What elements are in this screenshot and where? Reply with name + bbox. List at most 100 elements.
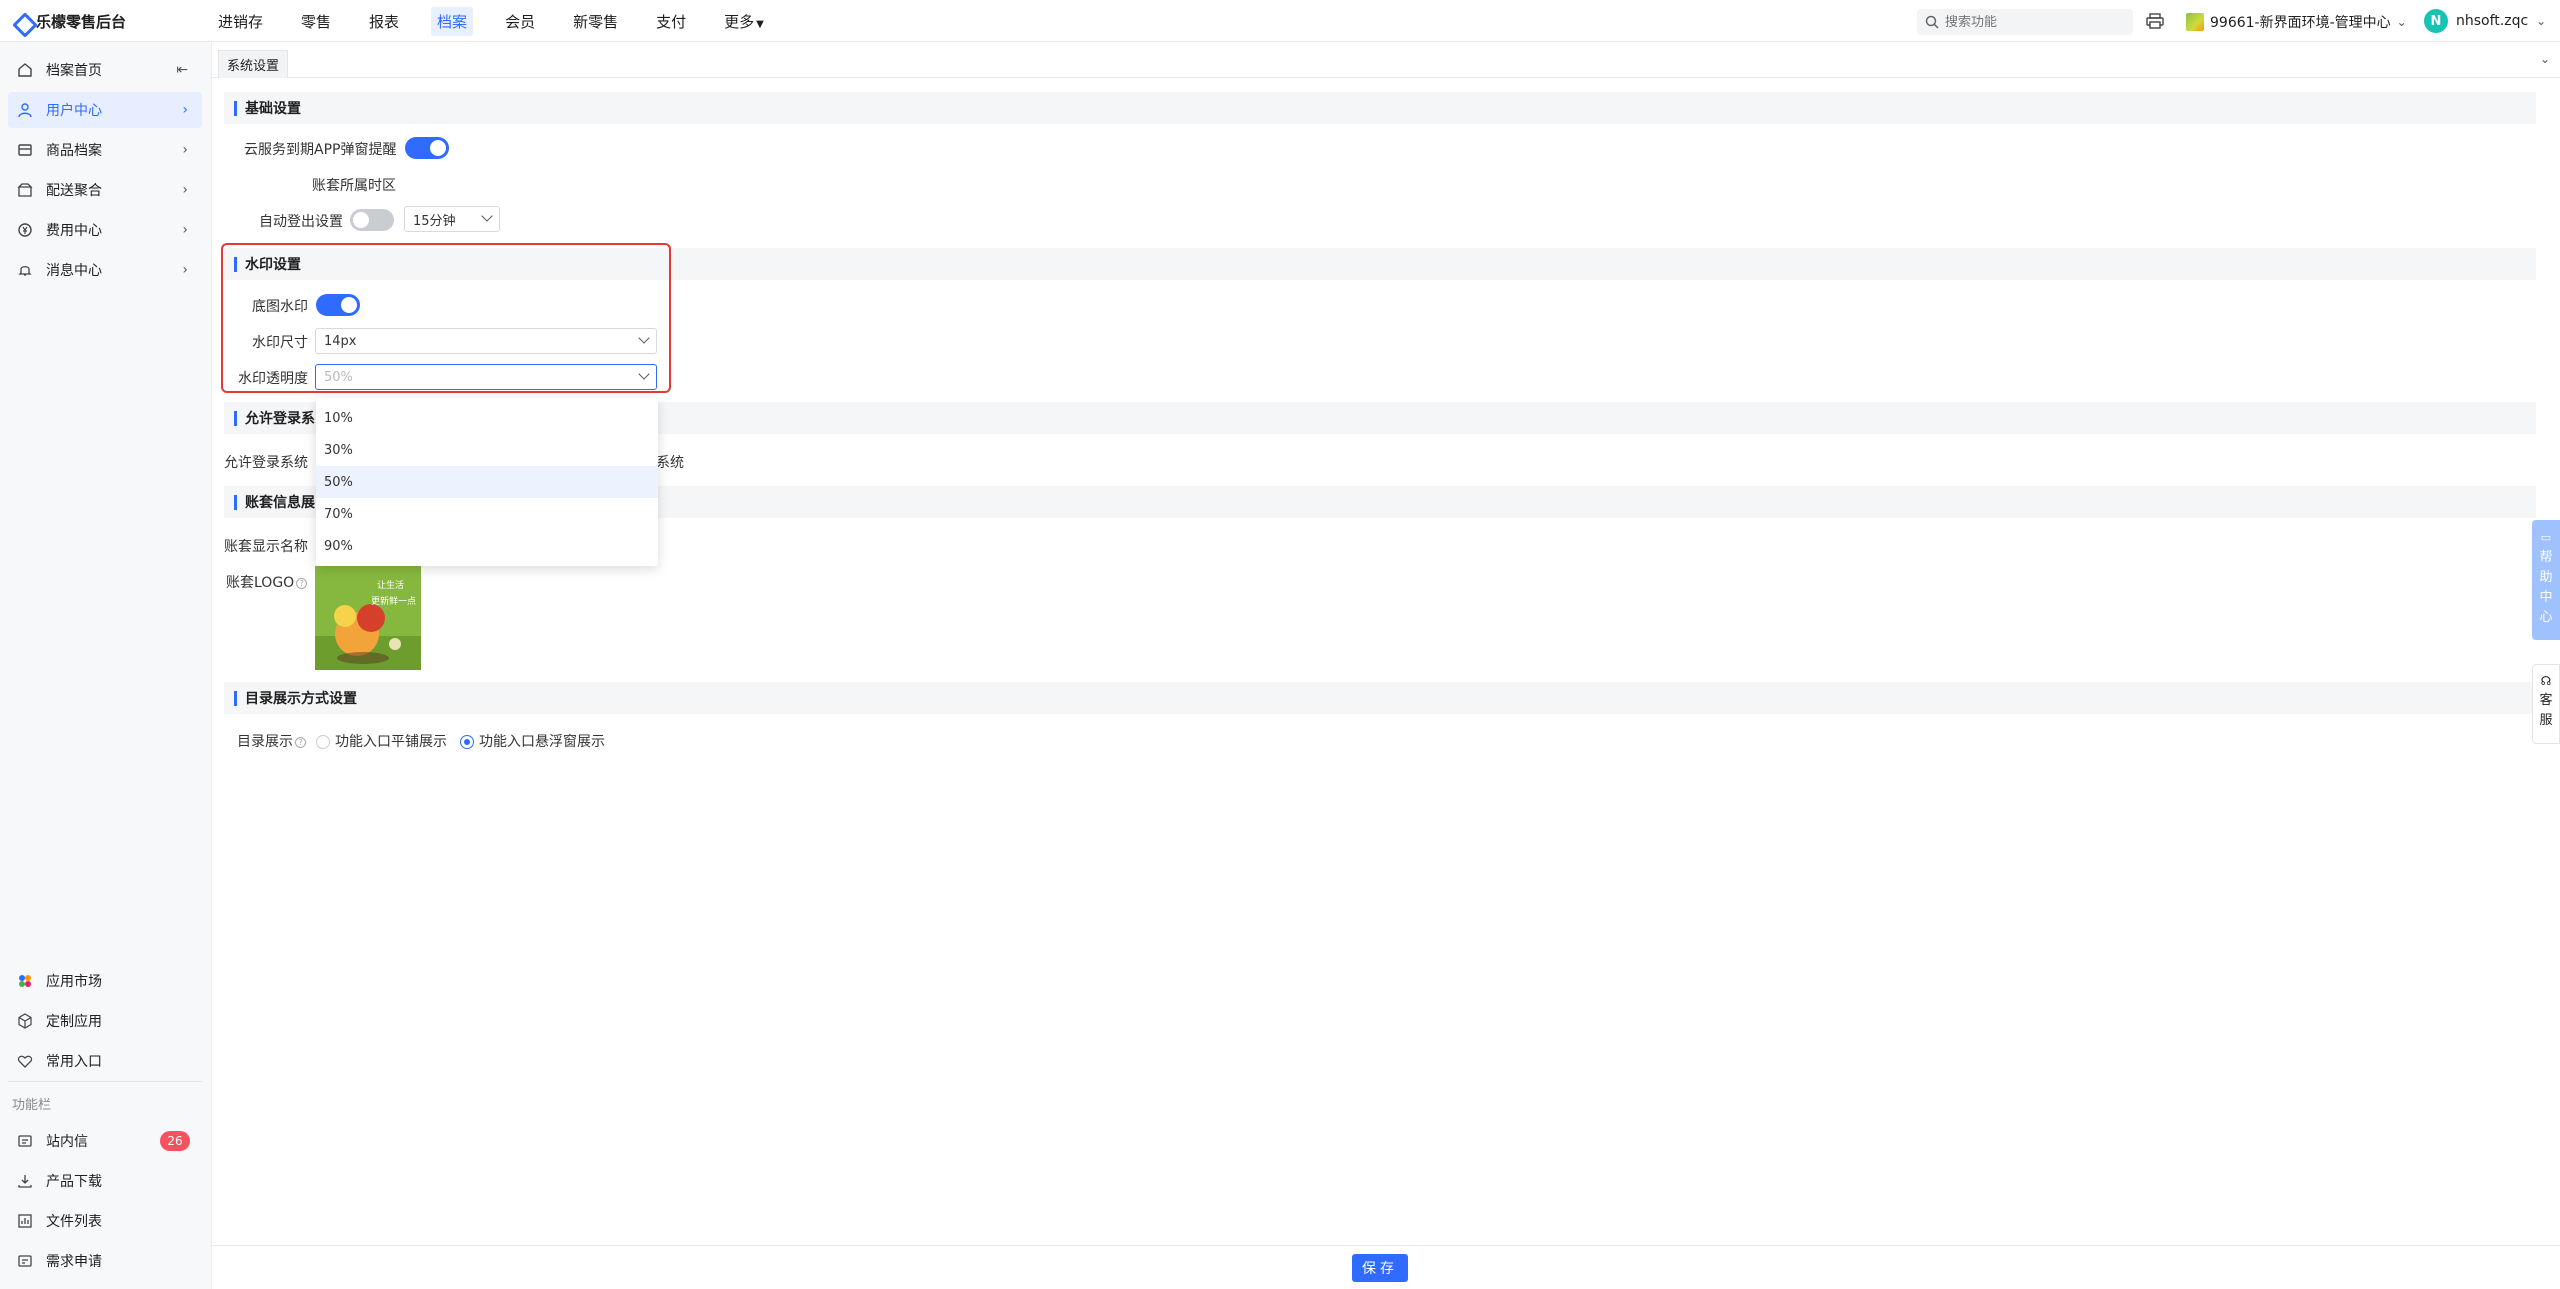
unread-count-badge: 26 [160, 1131, 190, 1151]
section-basic-settings: 基础设置 [224, 92, 2536, 124]
save-button[interactable]: 保存 [1352, 1254, 1408, 1282]
help-center-button[interactable]: ▭ 帮 助 中 心 [2532, 520, 2560, 640]
directory-option-float-label: 功能入口悬浮窗展示 [479, 734, 605, 750]
auto-logout-select[interactable]: 15分钟 [404, 206, 500, 232]
home-icon [16, 61, 34, 79]
account-name-label: 账套显示名称 [224, 539, 308, 555]
printer-icon[interactable] [2146, 13, 2164, 29]
watermark-opacity-select[interactable]: 50% [315, 364, 657, 390]
sidebar-divider [8, 1081, 202, 1082]
chevron-down-icon: ⌄ [2396, 15, 2407, 29]
opacity-option-30[interactable]: 30% [316, 434, 658, 466]
request-icon [16, 1252, 34, 1270]
app-title: 乐檬零售后台 [36, 13, 127, 31]
info-icon[interactable]: ? [295, 736, 306, 748]
sidebar-item-label: 应用市场 [46, 974, 102, 990]
watermark-size-value: 14px [324, 333, 357, 349]
nav-retail[interactable]: 零售 [295, 7, 337, 36]
account-logo-image[interactable]: 让生活 更新鲜一点 [315, 566, 421, 670]
cs-char: 客 [2539, 693, 2553, 708]
section-label: 功能栏 [12, 1098, 52, 1113]
chevron-down-icon[interactable]: ⌄ [2540, 52, 2550, 66]
sidebar-item-delivery[interactable]: 配送聚合 › [8, 172, 202, 208]
directory-option-tile[interactable]: 功能入口平铺展示 [316, 731, 447, 751]
cloud-reminder-toggle[interactable] [405, 137, 449, 159]
sidebar-item-archive-home[interactable]: 档案首页 ⇤ [8, 52, 202, 88]
top-nav: 进销存 零售 报表 档案 会员 新零售 支付 更多 ▼ [212, 0, 796, 42]
nav-payment[interactable]: 支付 [650, 7, 692, 36]
chevron-right-icon: › [182, 262, 188, 278]
login-row-label: 允许登录系统 [224, 455, 308, 471]
sidebar-item-expense[interactable]: 费用中心 › [8, 212, 202, 248]
sidebar-item-user-center[interactable]: 用户中心 › [8, 92, 202, 128]
sidebar-item-label: 配送聚合 [46, 183, 102, 199]
collapse-sidebar-icon[interactable]: ⇤ [176, 62, 188, 78]
opacity-option-70[interactable]: 70% [316, 498, 658, 530]
store-name: 99661-新界面环境-管理中心 [2210, 15, 2391, 31]
nav-more[interactable]: 更多 ▼ [718, 7, 770, 36]
nav-members[interactable]: 会员 [499, 7, 541, 36]
sidebar-item-messages[interactable]: 消息中心 › [8, 252, 202, 288]
watermark-size-label: 水印尺寸 [252, 335, 308, 351]
top-bar: 乐檬零售后台 进销存 零售 报表 档案 会员 新零售 支付 更多▼ 99661-… [0, 0, 2560, 42]
tab-bar: 系统设置 ⌄ [212, 42, 2560, 78]
cloud-reminder-label: 云服务到期APP弹窗提醒 [244, 142, 397, 158]
sidebar-item-label: 费用中心 [46, 223, 102, 239]
search-box[interactable] [1917, 9, 2133, 35]
watermark-size-select[interactable]: 14px [315, 328, 657, 354]
sidebar-item-favorites[interactable]: 常用入口 [8, 1043, 202, 1079]
sidebar-item-label: 常用入口 [46, 1054, 102, 1070]
nav-reports[interactable]: 报表 [363, 7, 405, 36]
download-icon [16, 1172, 34, 1190]
chevron-down-icon [638, 368, 650, 380]
nav-archive[interactable]: 档案 [431, 6, 474, 36]
sidebar-item-label: 产品下载 [46, 1174, 102, 1190]
avatar: N [2424, 9, 2448, 33]
radio-float[interactable] [460, 735, 474, 749]
sidebar-item-label: 文件列表 [46, 1214, 102, 1230]
opacity-option-90[interactable]: 90% [316, 530, 658, 562]
sidebar-item-label: 商品档案 [46, 143, 102, 159]
bell-icon [16, 261, 34, 279]
help-char: 中 [2539, 590, 2553, 605]
customer-service-button[interactable]: ☊ 客 服 [2532, 664, 2560, 744]
user-menu[interactable]: N nhsoft.zqc ⌄ [2424, 9, 2546, 33]
opacity-option-50[interactable]: 50% [316, 466, 658, 498]
mail-icon [16, 1132, 34, 1150]
nav-inventory[interactable]: 进销存 [212, 7, 269, 36]
sidebar-item-label: 定制应用 [46, 1014, 102, 1030]
opacity-option-10[interactable]: 10% [316, 402, 658, 434]
info-icon[interactable]: ? [296, 577, 308, 589]
help-char: 助 [2539, 570, 2553, 585]
radio-tile[interactable] [316, 735, 330, 749]
bg-watermark-toggle[interactable] [316, 294, 360, 316]
file-list-icon [16, 1212, 34, 1230]
main-content: 系统设置 ⌄ 基础设置 云服务到期APP弹窗提醒 账套所属时区 自动登出设置 1… [212, 42, 2560, 1289]
nav-new-retail[interactable]: 新零售 [567, 7, 624, 36]
app-logo[interactable]: 乐檬零售后台 [14, 11, 126, 32]
watermark-opacity-label: 水印透明度 [238, 371, 308, 387]
sidebar-item-label: 档案首页 [46, 63, 102, 79]
sidebar-item-app-market[interactable]: 应用市场 [8, 963, 202, 999]
sidebar-item-inbox[interactable]: 站内信 26 [8, 1123, 202, 1159]
user-icon [16, 101, 34, 119]
sidebar-item-product-archive[interactable]: 商品档案 › [8, 132, 202, 168]
logo-icon [14, 14, 30, 30]
chevron-right-icon: › [182, 142, 188, 158]
search-input[interactable] [1945, 14, 2115, 30]
tab-system-settings[interactable]: 系统设置 [218, 50, 289, 78]
box-icon [16, 141, 34, 159]
cube-icon [16, 1012, 34, 1030]
sidebar-item-download[interactable]: 产品下载 [8, 1163, 202, 1199]
chevron-right-icon: › [182, 102, 188, 118]
auto-logout-toggle[interactable] [350, 209, 394, 231]
sidebar-item-file-list[interactable]: 文件列表 [8, 1203, 202, 1239]
directory-option-float[interactable]: 功能入口悬浮窗展示 [460, 731, 605, 751]
login-row-suffix: 系统 [656, 455, 684, 471]
sidebar-item-request[interactable]: 需求申请 [8, 1243, 202, 1279]
caret-down-icon: ▼ [756, 18, 764, 30]
sidebar-item-custom-app[interactable]: 定制应用 [8, 1003, 202, 1039]
headset-icon: ☊ [2540, 674, 2552, 688]
timezone-label: 账套所属时区 [312, 178, 396, 194]
store-switcher[interactable]: 99661-新界面环境-管理中心 ⌄ [2186, 12, 2407, 32]
